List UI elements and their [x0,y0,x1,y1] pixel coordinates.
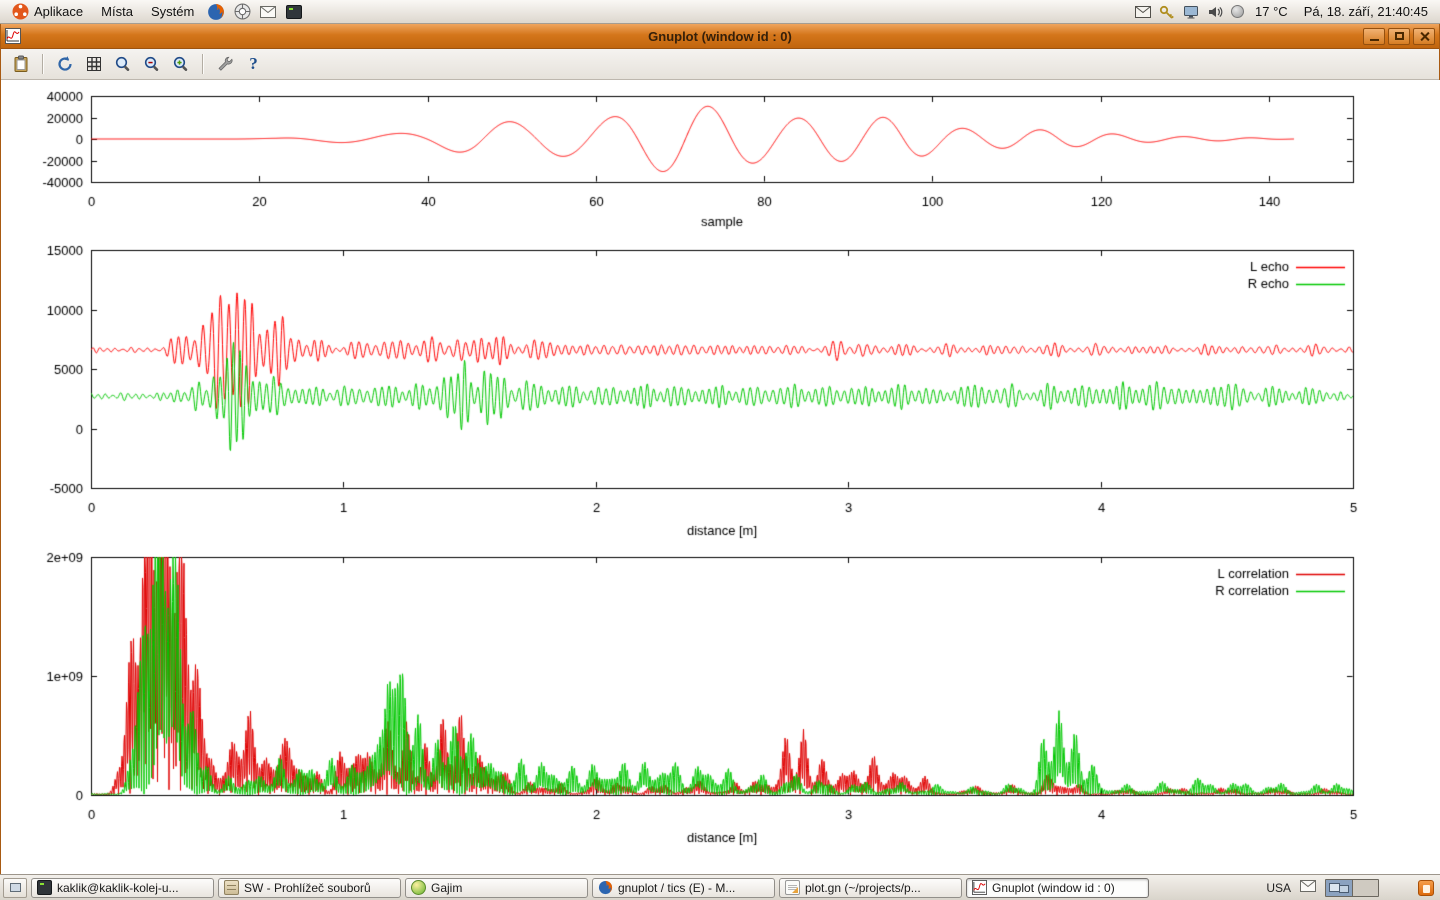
mail-notifier-icon[interactable] [1132,0,1154,23]
taskbar-item-label: kaklik@kaklik-kolej-u... [57,881,179,895]
plot-area [1,80,1439,874]
help-icon: ? [249,54,258,74]
configure-button[interactable] [211,52,238,77]
taskbar-item-label: SW - Prohlížeč souborů [244,881,371,895]
wrench-icon [216,55,234,73]
taskbar-item-file-manager[interactable]: SW - Prohlížeč souborů [218,878,401,898]
mail-tray-icon[interactable] [1300,880,1316,895]
volume-icon[interactable] [1204,0,1226,23]
gnuplot-canvas[interactable] [1,80,1440,874]
display-icon[interactable] [1180,0,1202,23]
temperature-label[interactable]: 17 °C [1249,4,1294,19]
menu-applications[interactable]: Aplikace [4,0,91,23]
text-editor-icon [785,880,800,895]
terminal-launcher-glyph [286,5,302,19]
zoom-in-button[interactable] [167,52,194,77]
file-manager-icon [224,880,239,895]
menu-places[interactable]: Místa [93,0,141,23]
window-title: Gnuplot (window id : 0) [1,29,1439,44]
refresh-icon [56,55,74,73]
taskbar-item-label: Gajim [431,881,462,895]
desktop: Aplikace Místa Systém [0,0,1440,900]
toolbar-separator [202,54,203,74]
show-desktop-icon [10,883,21,892]
taskbar-item-firefox[interactable]: gnuplot / tics (E) - M... [592,878,775,898]
trash-icon[interactable] [1418,880,1434,896]
window-controls [1363,28,1435,45]
close-icon [1419,31,1430,42]
firefox-launcher-icon[interactable] [204,0,228,23]
clipboard-icon [12,55,30,73]
help-button[interactable]: ? [240,52,267,77]
replot-button[interactable] [51,52,78,77]
titlebar[interactable]: Gnuplot (window id : 0) [1,24,1439,49]
magnifier-minus-icon [143,55,161,73]
keyring-icon[interactable] [1156,0,1178,23]
workspace-2[interactable] [1352,880,1378,896]
copy-to-clipboard-button[interactable] [7,52,34,77]
magnifier-icon [114,55,132,73]
taskbar-item-editor[interactable]: plot.gn (~/projects/p... [779,878,962,898]
zoom-out-button[interactable] [138,52,165,77]
terminal-icon [37,880,52,895]
minimize-button[interactable] [1363,28,1385,45]
zoom-button[interactable] [109,52,136,77]
taskbar: kaklik@kaklik-kolej-u... SW - Prohlížeč … [0,874,1440,900]
menu-applications-label: Aplikace [34,4,83,19]
weather-icon[interactable] [1231,5,1244,18]
toolbar-separator [42,54,43,74]
toolbar: ? [1,49,1439,80]
minimize-icon [1370,39,1379,41]
magnifier-plus-icon [172,55,190,73]
top-panel: Aplikace Místa Systém [0,0,1440,24]
menu-places-label: Místa [101,4,133,19]
firefox-icon [598,880,613,895]
panel-tray: 17 °C Pá, 18. září, 21:40:45 [1132,0,1436,23]
show-desktop-button[interactable] [3,878,27,898]
gnuplot-window: Gnuplot (window id : 0) [0,24,1440,874]
mail-launcher-icon[interactable] [256,0,280,23]
help-launcher-icon[interactable] [230,0,254,23]
maximize-button[interactable] [1388,28,1410,45]
workspace-1[interactable] [1326,880,1352,896]
clock[interactable]: Pá, 18. září, 21:40:45 [1296,4,1436,19]
taskbar-item-gnuplot[interactable]: Gnuplot (window id : 0) [966,878,1149,898]
gnuplot-icon [972,880,987,895]
ubuntu-logo-icon [12,3,29,20]
taskbar-item-label: Gnuplot (window id : 0) [992,881,1115,895]
menu-system[interactable]: Systém [143,0,202,23]
gnuplot-window-icon [5,28,21,44]
workspace-switcher [1325,879,1379,897]
menu-system-label: Systém [151,4,194,19]
grid-icon [85,55,103,73]
taskbar-item-gajim[interactable]: Gajim [405,878,588,898]
panel-left: Aplikace Místa Systém [4,0,306,23]
gajim-icon [411,880,426,895]
keyboard-layout-indicator[interactable]: USA [1266,881,1291,895]
taskbar-item-label: gnuplot / tics (E) - M... [618,881,735,895]
maximize-icon [1395,32,1404,40]
close-button[interactable] [1413,28,1435,45]
toggle-grid-button[interactable] [80,52,107,77]
taskbar-item-label: plot.gn (~/projects/p... [805,881,921,895]
terminal-launcher-icon[interactable] [282,0,306,23]
taskbar-right: USA [1266,879,1437,897]
taskbar-item-terminal[interactable]: kaklik@kaklik-kolej-u... [31,878,214,898]
